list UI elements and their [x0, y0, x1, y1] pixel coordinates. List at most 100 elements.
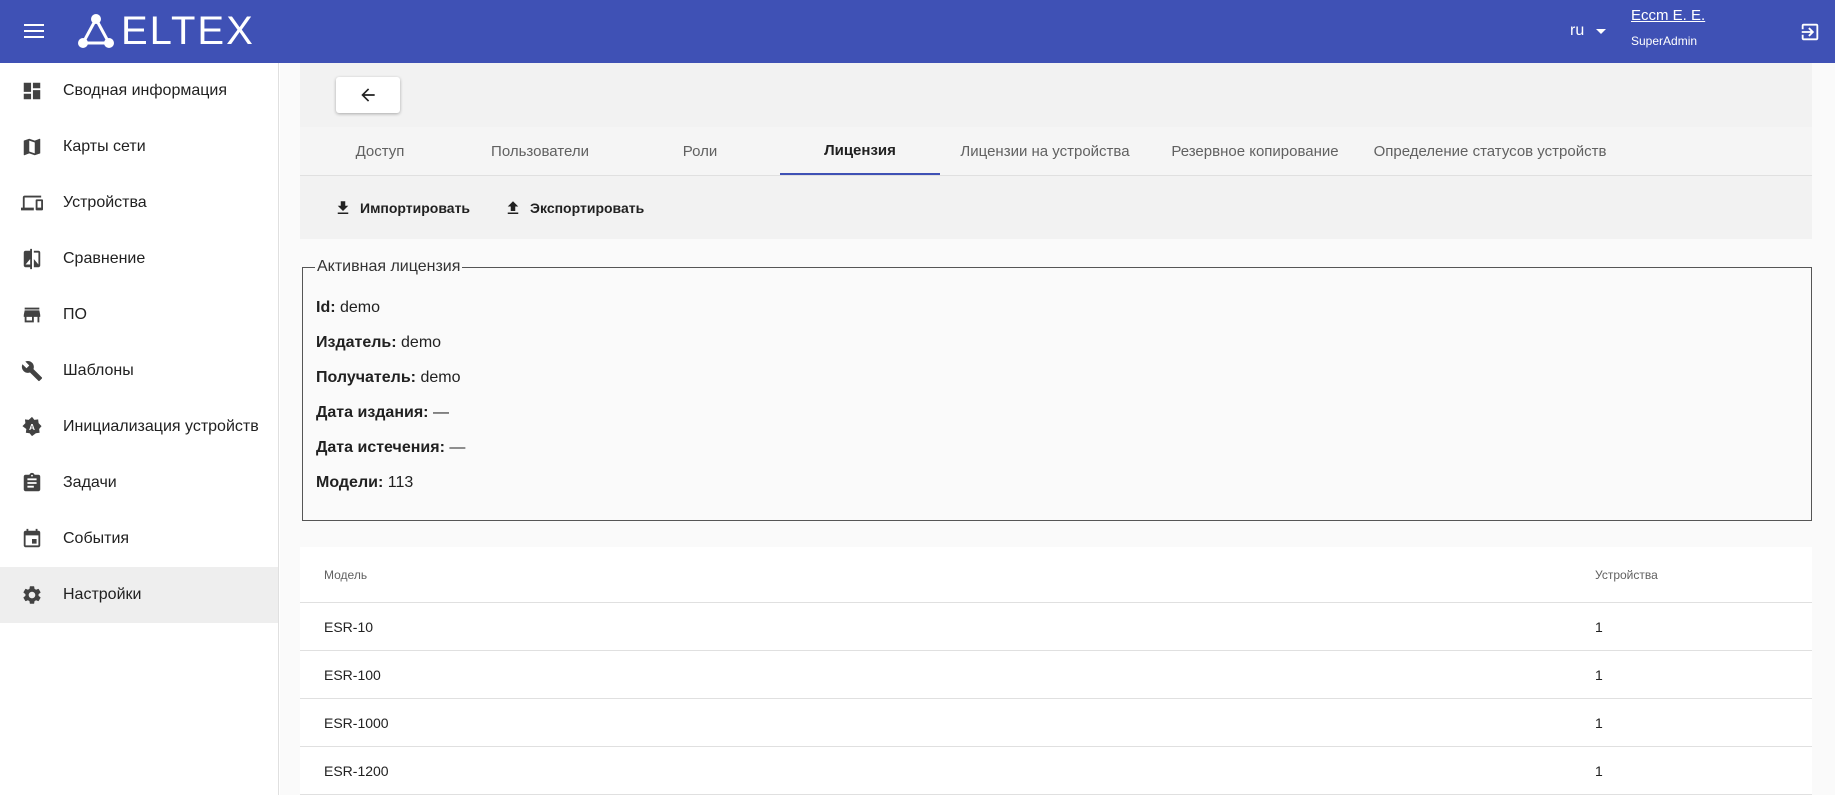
- field-value: demo: [340, 299, 381, 316]
- sidebar-item-label: События: [63, 530, 130, 547]
- import-label: Импортировать: [360, 199, 471, 216]
- tab-users[interactable]: Пользователи: [460, 127, 620, 175]
- user-role: SuperAdmin: [1631, 34, 1698, 48]
- license-field-expiry-date: Дата истечения: —: [316, 439, 465, 457]
- active-license-legend: Активная лицензия: [315, 258, 463, 276]
- export-label: Экспортировать: [530, 199, 645, 216]
- sidebar-item-compare[interactable]: Сравнение: [0, 231, 278, 287]
- cell-model: ESR-1200: [324, 762, 389, 779]
- compare-icon: [21, 248, 43, 270]
- gear-icon: [21, 584, 43, 606]
- tab-device-status[interactable]: Определение статусов устройств: [1360, 127, 1620, 175]
- license-field-models: Модели: 113: [316, 474, 413, 492]
- column-header-model[interactable]: Модель: [300, 568, 1595, 582]
- menu-icon[interactable]: [22, 20, 46, 44]
- field-key: Дата истечения:: [316, 439, 445, 456]
- devices-icon: [21, 192, 43, 214]
- chevron-down-icon: [1596, 28, 1607, 34]
- table-row[interactable]: ESR-1200 1: [300, 747, 1812, 795]
- tab-backup[interactable]: Резервное копирование: [1150, 127, 1360, 175]
- sidebar-item-label: Устройства: [63, 194, 147, 211]
- back-bar: [300, 63, 1812, 127]
- settings-tabs: Доступ Пользователи Роли Лицензия Лиценз…: [300, 127, 1812, 239]
- cell-model: ESR-1000: [324, 714, 389, 731]
- calendar-icon: [21, 528, 43, 550]
- field-value: 113: [387, 474, 414, 491]
- field-key: Получатель:: [316, 369, 416, 386]
- dashboard-icon: [21, 80, 43, 102]
- page-scrollbar[interactable]: [1823, 63, 1835, 795]
- sidebar-item-label: Карты сети: [63, 138, 146, 155]
- app-header: ELTEX ru Eccm E. E. SuperAdmin: [0, 0, 1835, 63]
- eltex-logo[interactable]: ELTEX: [77, 10, 255, 52]
- tab-roles[interactable]: Роли: [620, 127, 780, 175]
- models-table: Модель Устройства ESR-10 1 ESR-100 1 ESR…: [300, 547, 1812, 795]
- field-key: Издатель:: [316, 334, 397, 351]
- logo-text: ELTEX: [121, 9, 255, 53]
- sidebar-item-tasks[interactable]: Задачи: [0, 455, 278, 511]
- user-info: Eccm E. E. SuperAdmin: [1631, 7, 1705, 48]
- license-toolbar: Импортировать Экспортировать: [300, 175, 1812, 239]
- sidebar-item-devices[interactable]: Устройства: [0, 175, 278, 231]
- active-license-panel: Активная лицензия Id: demo Издатель: dem…: [302, 258, 1812, 521]
- column-header-devices[interactable]: Устройства: [1595, 568, 1795, 582]
- tab-access[interactable]: Доступ: [300, 127, 460, 175]
- sidebar-item-label: Инициализация устройств: [63, 418, 259, 435]
- field-value: demo: [420, 369, 461, 386]
- export-button[interactable]: Экспортировать: [504, 199, 644, 217]
- svg-text:A: A: [29, 423, 35, 432]
- sidebar-item-label: Задачи: [63, 474, 117, 491]
- logout-icon[interactable]: [1799, 21, 1821, 43]
- import-button[interactable]: Импортировать: [334, 199, 470, 217]
- sidebar-item-maps[interactable]: Карты сети: [0, 119, 278, 175]
- auto-setup-icon: A: [21, 416, 43, 438]
- table-row[interactable]: ESR-1000 1: [300, 699, 1812, 747]
- license-field-issue-date: Дата издания: —: [316, 404, 449, 422]
- table-row[interactable]: ESR-10 1: [300, 603, 1812, 651]
- field-value: —: [449, 439, 466, 456]
- table-header: Модель Устройства: [300, 547, 1812, 603]
- license-field-issuer: Издатель: demo: [316, 334, 441, 352]
- tab-license[interactable]: Лицензия: [780, 127, 940, 175]
- logo-mark-icon: [78, 14, 114, 48]
- sidebar-item-label: Сравнение: [63, 250, 146, 267]
- sidebar-item-device-init[interactable]: A Инициализация устройств: [0, 399, 278, 455]
- license-field-recipient: Получатель: demo: [316, 369, 460, 387]
- field-key: Id:: [316, 299, 336, 316]
- cell-model: ESR-10: [324, 618, 374, 635]
- field-value: demo: [401, 334, 442, 351]
- sidebar-item-events[interactable]: События: [0, 511, 278, 567]
- field-value: —: [432, 404, 449, 421]
- sidebar-item-label: Сводная информация: [63, 82, 227, 99]
- field-key: Модели:: [316, 474, 384, 491]
- sidebar-item-settings[interactable]: Настройки: [0, 567, 278, 623]
- arrow-left-icon: [361, 88, 375, 102]
- sidebar-item-label: Шаблоны: [63, 362, 134, 379]
- sidebar-item-label: ПО: [63, 306, 87, 323]
- language-select[interactable]: ru: [1570, 22, 1607, 40]
- user-name-link[interactable]: Eccm E. E.: [1631, 7, 1705, 24]
- sidebar-item-label: Настройки: [63, 586, 142, 603]
- wrench-icon: [21, 360, 43, 382]
- table-row[interactable]: ESR-100 1: [300, 651, 1812, 699]
- cell-devices: 1: [1595, 762, 1603, 779]
- cell-devices: 1: [1595, 666, 1603, 683]
- sidebar-item-templates[interactable]: Шаблоны: [0, 343, 278, 399]
- download-icon: [337, 200, 349, 214]
- sidebar-item-software[interactable]: ПО: [0, 287, 278, 343]
- store-icon: [21, 304, 43, 326]
- tab-device-licenses[interactable]: Лицензии на устройства: [940, 127, 1150, 175]
- cell-devices: 1: [1595, 618, 1603, 635]
- upload-icon: [507, 200, 519, 214]
- field-key: Дата издания:: [316, 404, 429, 421]
- sidebar: Сводная информация Карты сети Устройства…: [0, 63, 279, 795]
- sidebar-item-summary[interactable]: Сводная информация: [0, 63, 278, 119]
- cell-devices: 1: [1595, 714, 1603, 731]
- language-value: ru: [1570, 22, 1585, 39]
- cell-model: ESR-100: [324, 666, 381, 683]
- clipboard-icon: [21, 472, 43, 494]
- map-icon: [21, 136, 43, 158]
- main-content: Доступ Пользователи Роли Лицензия Лиценз…: [280, 63, 1835, 795]
- back-button[interactable]: [336, 77, 400, 113]
- license-field-id: Id: demo: [316, 299, 380, 317]
